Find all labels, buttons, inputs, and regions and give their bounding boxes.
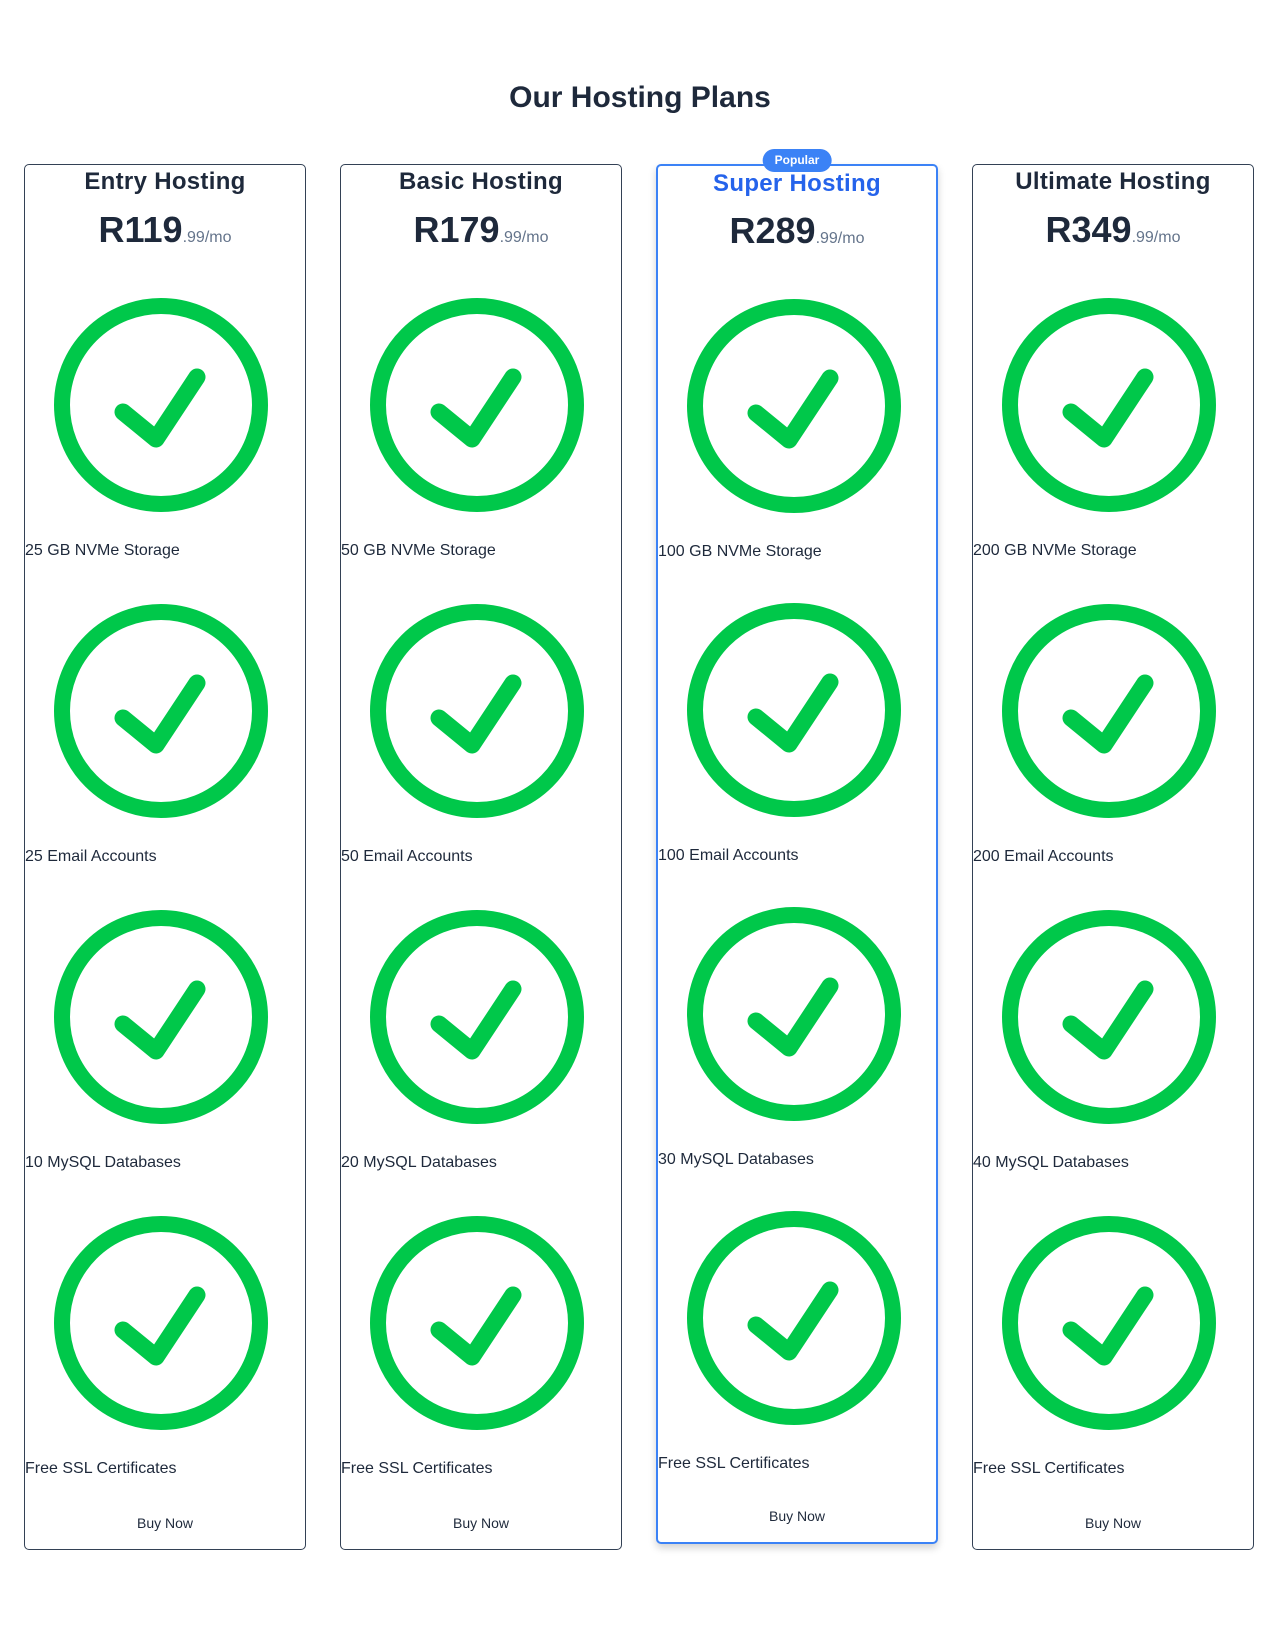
plan-price: R119.99/mo: [25, 209, 305, 251]
feature-item: 200 Email Accounts: [973, 599, 1253, 905]
feature-label: 20 MySQL Databases: [341, 1154, 497, 1171]
feature-list: 100 GB NVMe Storage 100 Email Accounts 3…: [658, 294, 936, 1510]
feature-label: 200 Email Accounts: [973, 848, 1114, 865]
feature-label: 100 Email Accounts: [658, 847, 799, 864]
check-circle-icon: [54, 1216, 268, 1430]
feature-label: 50 Email Accounts: [341, 848, 473, 865]
feature-label: 10 MySQL Databases: [25, 1154, 181, 1171]
feature-label: 100 GB NVMe Storage: [658, 543, 822, 560]
price-amount: R349: [1045, 209, 1132, 250]
plan-card-basic: Basic Hosting R179.99/mo 50 GB NVMe Stor…: [340, 164, 622, 1550]
buy-now-button[interactable]: Buy Now: [341, 1515, 621, 1531]
feature-label: Free SSL Certificates: [341, 1460, 493, 1477]
plan-card-super: Popular Super Hosting R289.99/mo 100 GB …: [656, 149, 938, 1544]
check-circle-icon: [370, 298, 584, 512]
feature-item: Free SSL Certificates: [658, 1206, 936, 1510]
feature-item: 40 MySQL Databases: [973, 905, 1253, 1211]
plan-price: R179.99/mo: [341, 209, 621, 251]
feature-label: 25 Email Accounts: [25, 848, 157, 865]
feature-item: 25 GB NVMe Storage: [25, 293, 305, 599]
feature-item: 50 Email Accounts: [341, 599, 621, 905]
price-amount: R289: [729, 210, 816, 251]
buy-now-button[interactable]: Buy Now: [658, 1508, 936, 1524]
check-circle-icon: [1002, 604, 1216, 818]
plan-name: Entry Hosting: [84, 168, 246, 195]
price-amount: R179: [413, 209, 500, 250]
feature-list: 25 GB NVMe Storage 25 Email Accounts 10 …: [25, 293, 305, 1517]
plan-card-entry: Entry Hosting R119.99/mo 25 GB NVMe Stor…: [24, 164, 306, 1550]
feature-list: 50 GB NVMe Storage 50 Email Accounts 20 …: [341, 293, 621, 1517]
feature-label: 30 MySQL Databases: [658, 1151, 814, 1168]
feature-label: Free SSL Certificates: [658, 1455, 810, 1472]
check-circle-icon: [687, 907, 901, 1121]
check-circle-icon: [54, 604, 268, 818]
feature-item: 10 MySQL Databases: [25, 905, 305, 1211]
feature-item: 50 GB NVMe Storage: [341, 293, 621, 599]
buy-now-button[interactable]: Buy Now: [973, 1515, 1253, 1531]
feature-item: 30 MySQL Databases: [658, 902, 936, 1206]
feature-item: Free SSL Certificates: [973, 1211, 1253, 1517]
price-suffix: .99/mo: [1131, 229, 1181, 246]
check-circle-icon: [370, 910, 584, 1124]
feature-item: Free SSL Certificates: [25, 1211, 305, 1517]
check-circle-icon: [1002, 910, 1216, 1124]
plan-name: Ultimate Hosting: [1015, 168, 1211, 195]
check-circle-icon: [687, 603, 901, 817]
plan-card-ultimate: Ultimate Hosting R349.99/mo 200 GB NVMe …: [972, 164, 1254, 1550]
plans-grid: Entry Hosting R119.99/mo 25 GB NVMe Stor…: [24, 149, 1256, 1552]
price-suffix: .99/mo: [182, 229, 232, 246]
check-circle-icon: [1002, 1216, 1216, 1430]
feature-label: 200 GB NVMe Storage: [973, 542, 1137, 559]
price-amount: R119: [98, 209, 183, 250]
check-circle-icon: [1002, 298, 1216, 512]
feature-label: Free SSL Certificates: [25, 1460, 177, 1477]
feature-item: 20 MySQL Databases: [341, 905, 621, 1211]
page-title: Our Hosting Plans: [509, 81, 771, 114]
price-suffix: .99/mo: [499, 229, 549, 246]
plan-name: Super Hosting: [713, 170, 881, 197]
check-circle-icon: [370, 604, 584, 818]
feature-label: 25 GB NVMe Storage: [25, 542, 180, 559]
feature-item: 100 Email Accounts: [658, 598, 936, 902]
feature-label: 50 GB NVMe Storage: [341, 542, 496, 559]
price-suffix: .99/mo: [815, 230, 865, 247]
feature-item: 100 GB NVMe Storage: [658, 294, 936, 598]
plan-price: R349.99/mo: [973, 209, 1253, 251]
check-circle-icon: [370, 1216, 584, 1430]
check-circle-icon: [54, 298, 268, 512]
feature-label: Free SSL Certificates: [973, 1460, 1125, 1477]
feature-label: 40 MySQL Databases: [973, 1154, 1129, 1171]
check-circle-icon: [687, 299, 901, 513]
feature-list: 200 GB NVMe Storage 200 Email Accounts 4…: [973, 293, 1253, 1517]
buy-now-button[interactable]: Buy Now: [25, 1515, 305, 1531]
plan-name: Basic Hosting: [399, 168, 563, 195]
feature-item: 200 GB NVMe Storage: [973, 293, 1253, 599]
check-circle-icon: [54, 910, 268, 1124]
plan-price: R289.99/mo: [658, 210, 936, 252]
check-circle-icon: [687, 1211, 901, 1425]
feature-item: 25 Email Accounts: [25, 599, 305, 905]
feature-item: Free SSL Certificates: [341, 1211, 621, 1517]
